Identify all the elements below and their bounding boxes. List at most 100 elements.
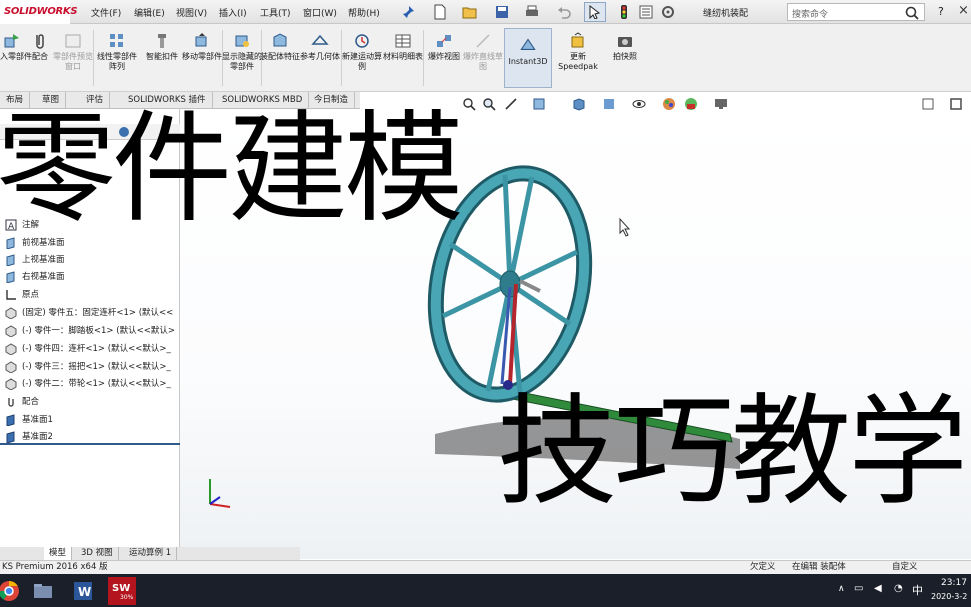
take-snapshot-button[interactable]: 拍快照 [605,32,645,62]
tree-item-right-plane[interactable]: 右视基准面 [0,269,180,285]
cmd-label: 装配体特征 [260,52,300,61]
tab-model[interactable]: 模型 [44,547,73,560]
document-title: 缝纫机装配 [703,9,749,19]
network-icon[interactable]: ▭ [854,583,863,594]
explode-line-icon [476,34,490,48]
new-document-icon[interactable] [432,4,448,20]
overlay-subtitle: 技巧教学 [497,383,968,522]
file-explorer-icon[interactable] [30,578,56,604]
status-underdefined: 欠定义 [750,562,776,572]
preview-window-icon [65,34,81,48]
explode-line-sketch-button[interactable]: 爆炸直线草图 [463,32,503,72]
tree-item-part1[interactable]: (-) 零件一：脚踏板<1> (默认<<默认> [0,323,180,339]
help-button[interactable]: ? [938,5,944,18]
view-orientation-icon[interactable] [572,97,586,111]
clock-date[interactable]: 2020-3-2 [931,592,967,601]
chrome-icon[interactable] [0,578,22,604]
options-gear-icon[interactable] [660,4,676,20]
menu-file[interactable]: 文件(F) [91,6,121,19]
zoom-to-fit-icon[interactable] [462,97,476,111]
instant3d-button[interactable]: Instant3D [504,28,552,88]
viewport-restore-icon[interactable] [922,98,934,110]
menu-help[interactable]: 帮助(H) [348,6,380,19]
solidworks-logo: SOLIDWORKS [0,0,78,24]
bill-of-materials-button[interactable]: 材料明细表 [383,32,423,62]
plane-icon [6,271,15,283]
previous-view-icon[interactable] [504,97,518,111]
tree-item-top-plane[interactable]: 上视基准面 [0,252,180,268]
cmd-label: Instant3D [508,57,548,66]
file-properties-icon[interactable] [638,4,654,20]
show-hidden-components-button[interactable]: 显示隐藏的零部件 [222,32,262,72]
close-window-button[interactable]: × [958,3,969,18]
cmd-label: 拍快照 [613,52,637,61]
tab-3d-view[interactable]: 3D 视图 [76,547,119,560]
smart-fasteners-button[interactable]: 智能扣件 [142,32,182,62]
assembly-features-button[interactable]: 装配体特征 [260,32,300,62]
tree-item-origin[interactable]: 原点 [0,287,180,303]
tree-item-plane1[interactable]: 基准面1 [0,412,180,428]
menu-window[interactable]: 窗口(W) [303,6,337,19]
part-icon [5,343,17,355]
plane-icon [6,414,15,426]
table-icon [395,34,411,48]
reference-geometry-button[interactable]: 参考几何体 [300,32,340,62]
zoom-area-icon[interactable] [482,97,496,111]
menu-tools[interactable]: 工具(T) [260,6,291,19]
clock-time[interactable]: 23:17 [941,578,967,588]
search-icon[interactable] [904,5,920,21]
cmd-label: 爆炸直线草图 [463,52,503,71]
undo-icon[interactable] [556,4,572,20]
tree-item-part4[interactable]: (-) 零件四：连杆<1> (默认<<默认>_ [0,341,180,357]
tree-item-plane2[interactable]: 基准面2 [0,429,180,445]
tab-motion-study[interactable]: 运动算例 1 [124,547,178,560]
view-settings-icon[interactable] [714,97,728,111]
new-motion-study-button[interactable]: 新建运动算例 [342,32,382,72]
tray-chevron-icon[interactable]: ∧ [838,584,845,594]
search-command-box[interactable]: 搜索命令 [787,3,925,21]
triad-axes [209,479,231,508]
search-placeholder: 搜索命令 [792,10,829,20]
plane-icon [6,254,15,266]
svg-text:W: W [78,585,91,599]
component-preview-button[interactable]: 零部件预览窗口 [53,32,93,72]
cmd-label: 显示隐藏的零部件 [222,52,262,71]
instant3d-icon [520,38,536,50]
save-icon[interactable] [494,4,510,20]
print-icon[interactable] [524,4,540,20]
wifi-icon[interactable]: ◔ [894,583,903,594]
exploded-view-button[interactable]: 爆炸视图 [424,32,464,62]
cmd-label: 参考几何体 [300,52,340,61]
word-icon[interactable]: W [70,578,96,604]
scenes-icon[interactable] [684,97,698,111]
hide-show-items-icon[interactable] [632,97,646,111]
ime-indicator[interactable]: 中 [912,582,923,598]
move-component-button[interactable]: 移动零部件 [182,32,222,62]
volume-icon[interactable]: ◀ [874,583,882,594]
traffic-light-icon[interactable] [616,4,632,20]
section-view-icon[interactable] [532,97,546,111]
viewport-maximize-icon[interactable] [950,98,962,110]
cmd-label: 爆炸视图 [428,52,460,61]
menu-edit[interactable]: 编辑(E) [134,6,165,19]
open-folder-icon[interactable] [462,4,478,20]
select-tool-button[interactable] [584,2,606,22]
show-hidden-icon [235,35,249,47]
edit-appearance-icon[interactable] [662,97,676,111]
pin-icon[interactable] [400,4,416,20]
menu-view[interactable]: 视图(V) [176,6,207,19]
display-style-icon[interactable] [602,97,616,111]
menu-insert[interactable]: 插入(I) [219,6,247,19]
tree-item-part3[interactable]: (-) 零件三：摇把<1> (默认<<默认>_ [0,359,180,375]
command-manager: 插入零部件 配合 零部件预览窗口 线性零部件阵列 智能扣件 移动零部件 显示隐藏… [0,24,971,92]
update-speedpak-button[interactable]: 更新Speedpak [558,32,598,72]
taskbar: W SW 30% ∧ ▭ ◀ ◔ 中 23:17 2020-3-2 [0,574,971,607]
tree-item-mates[interactable]: 配合 [0,394,180,410]
cmd-label: 移动零部件 [182,52,222,61]
solidworks-taskbar-icon[interactable]: SW 30% [108,577,136,605]
linear-component-pattern-button[interactable]: 线性零部件阵列 [97,32,137,72]
status-custom[interactable]: 自定义 [892,561,918,574]
cmd-label: 线性零部件阵列 [97,52,137,71]
tree-item-part5[interactable]: (固定) 零件五：固定连杆<1> (默认<< [0,305,180,321]
tree-item-part2[interactable]: (-) 零件二：带轮<1> (默认<<默认>_ [0,376,180,392]
